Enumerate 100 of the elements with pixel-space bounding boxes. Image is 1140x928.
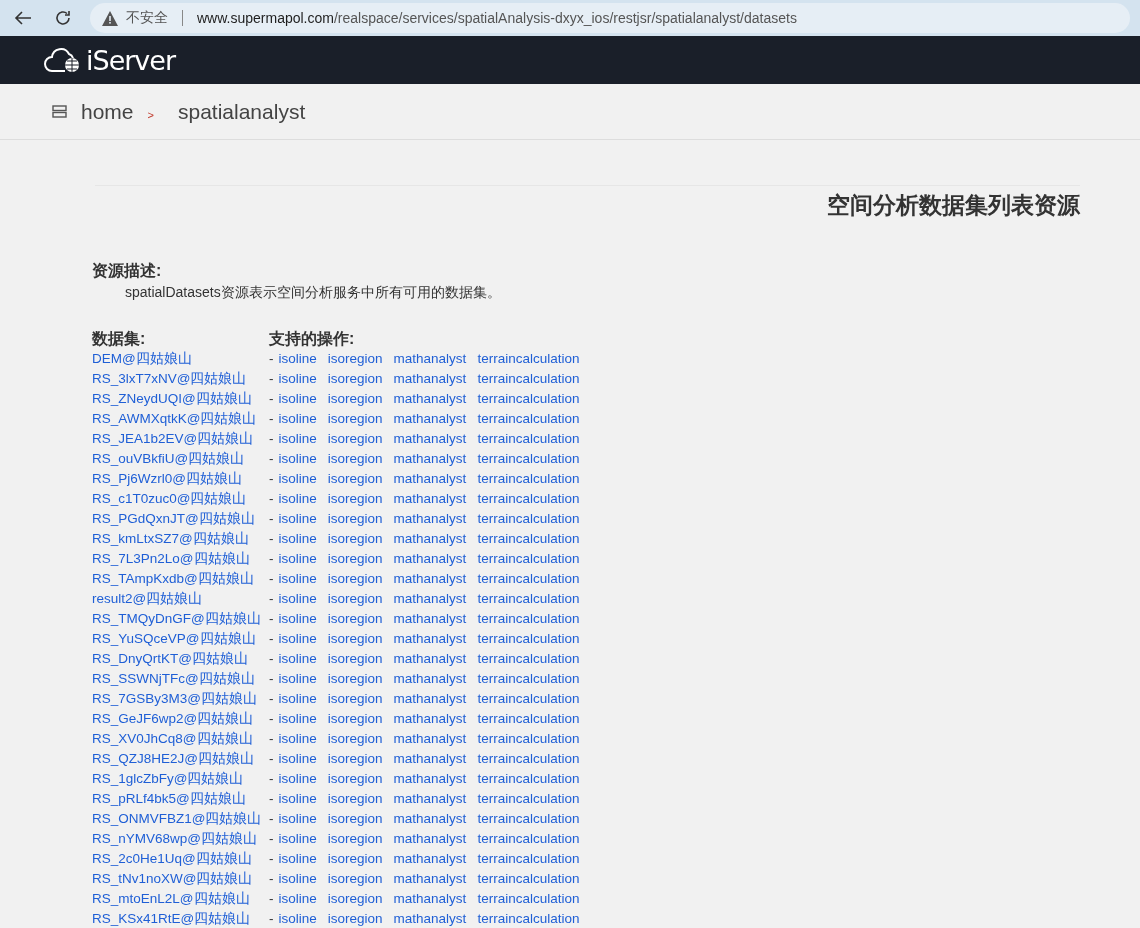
operation-link[interactable]: isoregion (327, 389, 383, 409)
operation-link[interactable]: isoregion (327, 449, 383, 469)
operation-link[interactable]: terraincalculation (477, 909, 580, 928)
operation-link[interactable]: isoline (278, 489, 317, 509)
operation-link[interactable]: isoregion (327, 729, 383, 749)
operation-link[interactable]: isoregion (327, 709, 383, 729)
operation-link[interactable]: mathanalyst (393, 409, 467, 429)
dataset-link[interactable]: RS_kmLtxSZ7@四姑娘山 (92, 531, 249, 546)
operation-link[interactable]: terraincalculation (477, 869, 580, 889)
operation-link[interactable]: isoline (278, 369, 317, 389)
operation-link[interactable]: isoregion (327, 569, 383, 589)
operation-link[interactable]: isoline (278, 529, 317, 549)
dataset-link[interactable]: RS_ZNeydUQI@四姑娘山 (92, 391, 252, 406)
operation-link[interactable]: isoregion (327, 609, 383, 629)
operation-link[interactable]: terraincalculation (477, 589, 580, 609)
operation-link[interactable]: mathanalyst (393, 369, 467, 389)
operation-link[interactable]: terraincalculation (477, 569, 580, 589)
dataset-link[interactable]: RS_GeJF6wp2@四姑娘山 (92, 711, 254, 726)
operation-link[interactable]: terraincalculation (477, 709, 580, 729)
operation-link[interactable]: isoline (278, 889, 317, 909)
dataset-link[interactable]: RS_pRLf4bk5@四姑娘山 (92, 791, 246, 806)
operation-link[interactable]: isoregion (327, 789, 383, 809)
dataset-link[interactable]: RS_3lxT7xNV@四姑娘山 (92, 371, 247, 386)
dataset-link[interactable]: RS_DnyQrtKT@四姑娘山 (92, 651, 248, 666)
operation-link[interactable]: mathanalyst (393, 509, 467, 529)
operation-link[interactable]: mathanalyst (393, 469, 467, 489)
dataset-link[interactable]: DEM@四姑娘山 (92, 351, 192, 366)
dataset-link[interactable]: RS_7GSBy3M3@四姑娘山 (92, 691, 257, 706)
operation-link[interactable]: isoregion (327, 909, 383, 928)
dataset-link[interactable]: RS_XV0JhCq8@四姑娘山 (92, 731, 253, 746)
operation-link[interactable]: isoline (278, 709, 317, 729)
operation-link[interactable]: terraincalculation (477, 489, 580, 509)
operation-link[interactable]: isoregion (327, 669, 383, 689)
operation-link[interactable]: terraincalculation (477, 369, 580, 389)
operation-link[interactable]: terraincalculation (477, 669, 580, 689)
dataset-link[interactable]: RS_QZJ8HE2J@四姑娘山 (92, 751, 254, 766)
operation-link[interactable]: isoline (278, 689, 317, 709)
dataset-link[interactable]: RS_c1T0zuc0@四姑娘山 (92, 491, 247, 506)
operation-link[interactable]: terraincalculation (477, 809, 580, 829)
dataset-link[interactable]: RS_ouVBkfiU@四姑娘山 (92, 451, 245, 466)
operation-link[interactable]: mathanalyst (393, 689, 467, 709)
operation-link[interactable]: isoregion (327, 369, 383, 389)
operation-link[interactable]: terraincalculation (477, 789, 580, 809)
dataset-link[interactable]: RS_KSx41RtE@四姑娘山 (92, 911, 251, 926)
operation-link[interactable]: mathanalyst (393, 609, 467, 629)
operation-link[interactable]: isoline (278, 829, 317, 849)
operation-link[interactable]: isoregion (327, 429, 383, 449)
operation-link[interactable]: mathanalyst (393, 489, 467, 509)
operation-link[interactable]: mathanalyst (393, 669, 467, 689)
operation-link[interactable]: terraincalculation (477, 549, 580, 569)
operation-link[interactable]: isoregion (327, 409, 383, 429)
operation-link[interactable]: mathanalyst (393, 449, 467, 469)
dataset-link[interactable]: RS_1glcZbFy@四姑娘山 (92, 771, 244, 786)
operation-link[interactable]: isoline (278, 849, 317, 869)
dataset-link[interactable]: RS_JEA1b2EV@四姑娘山 (92, 431, 254, 446)
operation-link[interactable]: isoline (278, 569, 317, 589)
operation-link[interactable]: mathanalyst (393, 749, 467, 769)
operation-link[interactable]: isoregion (327, 529, 383, 549)
dataset-link[interactable]: RS_YuSQceVP@四姑娘山 (92, 631, 256, 646)
operation-link[interactable]: isoline (278, 749, 317, 769)
operation-link[interactable]: terraincalculation (477, 429, 580, 449)
dataset-link[interactable]: RS_PGdQxnJT@四姑娘山 (92, 511, 255, 526)
operation-link[interactable]: mathanalyst (393, 869, 467, 889)
operation-link[interactable]: terraincalculation (477, 749, 580, 769)
operation-link[interactable]: isoline (278, 909, 317, 928)
operation-link[interactable]: isoline (278, 409, 317, 429)
operation-link[interactable]: isoline (278, 449, 317, 469)
dataset-link[interactable]: RS_ONMVFBZ1@四姑娘山 (92, 811, 262, 826)
operation-link[interactable]: terraincalculation (477, 629, 580, 649)
operation-link[interactable]: isoline (278, 549, 317, 569)
operation-link[interactable]: mathanalyst (393, 889, 467, 909)
dataset-link[interactable]: result2@四姑娘山 (92, 591, 203, 606)
operation-link[interactable]: isoline (278, 809, 317, 829)
operation-link[interactable]: terraincalculation (477, 729, 580, 749)
operation-link[interactable]: isoregion (327, 489, 383, 509)
operation-link[interactable]: isoregion (327, 809, 383, 829)
operation-link[interactable]: isoregion (327, 349, 383, 369)
operation-link[interactable]: isoline (278, 769, 317, 789)
operation-link[interactable]: mathanalyst (393, 809, 467, 829)
operation-link[interactable]: isoline (278, 729, 317, 749)
operation-link[interactable]: mathanalyst (393, 629, 467, 649)
operation-link[interactable]: isoline (278, 509, 317, 529)
operation-link[interactable]: mathanalyst (393, 909, 467, 928)
breadcrumb-link[interactable]: spatialanalyst (177, 99, 306, 124)
operation-link[interactable]: isoregion (327, 749, 383, 769)
operation-link[interactable]: mathanalyst (393, 429, 467, 449)
operation-link[interactable]: mathanalyst (393, 709, 467, 729)
operation-link[interactable]: isoregion (327, 589, 383, 609)
operation-link[interactable]: terraincalculation (477, 609, 580, 629)
operation-link[interactable]: mathanalyst (393, 829, 467, 849)
operation-link[interactable]: terraincalculation (477, 889, 580, 909)
operation-link[interactable]: terraincalculation (477, 849, 580, 869)
dataset-link[interactable]: RS_nYMV68wp@四姑娘山 (92, 831, 257, 846)
operation-link[interactable]: isoline (278, 589, 317, 609)
operation-link[interactable]: mathanalyst (393, 849, 467, 869)
operation-link[interactable]: terraincalculation (477, 689, 580, 709)
dataset-link[interactable]: RS_2c0He1Uq@四姑娘山 (92, 851, 252, 866)
operation-link[interactable]: terraincalculation (477, 449, 580, 469)
operation-link[interactable]: isoregion (327, 469, 383, 489)
operation-link[interactable]: terraincalculation (477, 509, 580, 529)
